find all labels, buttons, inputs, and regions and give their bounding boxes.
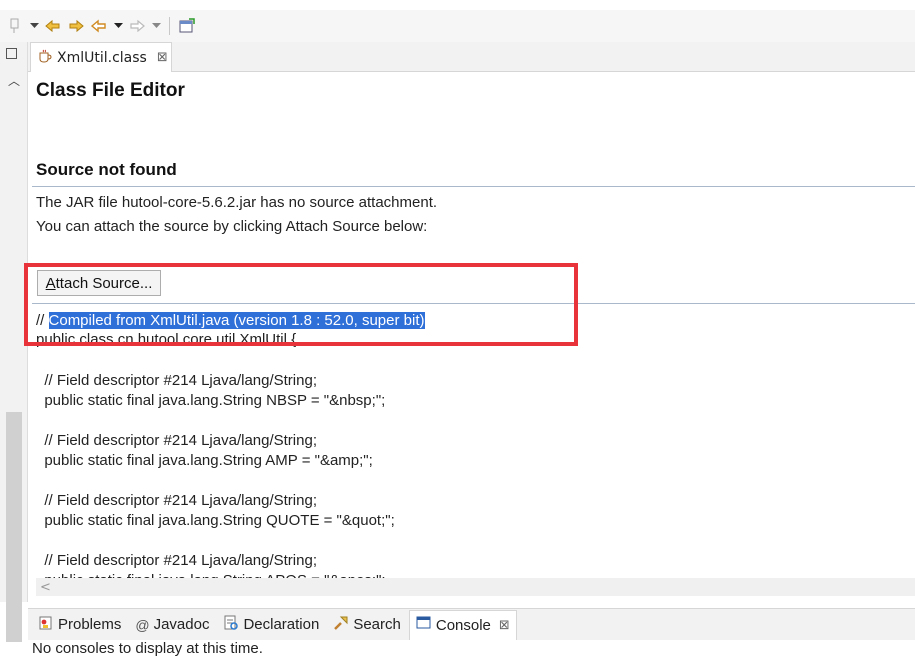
console-empty-message: No consoles to display at this time. — [32, 640, 263, 656]
restore-icon[interactable] — [6, 48, 17, 59]
next-edit-icon[interactable] — [67, 17, 85, 35]
scroll-left-icon[interactable]: < — [40, 580, 51, 595]
horizontal-scrollbar[interactable]: < — [36, 578, 915, 596]
console-icon — [416, 616, 432, 634]
code-line: public static final java.lang.String QUO… — [36, 512, 395, 529]
class-file-icon — [37, 49, 53, 67]
tab-javadoc[interactable]: @ Javadoc — [129, 610, 215, 640]
page-title: Class File Editor — [36, 80, 185, 101]
tab-console[interactable]: Console ⊠ — [408, 609, 517, 640]
eclipse-window: ︿ XmlUtil.class ⊠ Class File Editor Sour… — [0, 0, 915, 656]
main-toolbar — [0, 10, 915, 42]
description-line-2: You can attach the source by clicking At… — [36, 218, 428, 235]
tab-declaration[interactable]: Declaration — [217, 610, 325, 640]
close-icon[interactable]: ⊠ — [157, 50, 168, 65]
pin-icon[interactable] — [6, 17, 24, 35]
search-icon — [333, 615, 349, 635]
tab-label: Search — [353, 616, 401, 633]
toolbar-separator — [169, 17, 170, 35]
back-icon[interactable] — [90, 17, 108, 35]
bottom-panel-tabs: Problems @ Javadoc Declaration Search Co… — [28, 608, 915, 640]
chevron-up-icon[interactable]: ︿ — [8, 72, 20, 89]
section-title: Source not found — [36, 160, 177, 179]
tab-label: Problems — [58, 616, 122, 633]
tab-label: XmlUtil.class — [57, 49, 147, 66]
dropdown-arrow-icon[interactable] — [29, 17, 39, 35]
editor-tab-bar: XmlUtil.class ⊠ — [28, 42, 915, 72]
tab-label: Declaration — [243, 616, 320, 633]
dropdown-arrow-icon[interactable] — [113, 17, 123, 35]
dropdown-arrow-icon[interactable] — [151, 17, 161, 35]
description-line-1: The JAR file hutool-core-5.6.2.jar has n… — [36, 194, 438, 211]
tab-xmlutil-class[interactable]: XmlUtil.class ⊠ — [30, 42, 172, 72]
tab-label: Javadoc — [153, 616, 210, 633]
disassembled-code[interactable]: // Compiled from XmlUtil.java (version 1… — [28, 310, 915, 580]
close-icon[interactable]: ⊠ — [499, 617, 510, 633]
declaration-icon — [223, 615, 239, 635]
prev-edit-icon[interactable] — [44, 17, 62, 35]
code-line: public static final java.lang.String AMP… — [36, 452, 373, 469]
tab-label: Console — [435, 616, 491, 634]
open-perspective-icon[interactable] — [178, 17, 196, 35]
code-line: // Field descriptor #214 Ljava/lang/Stri… — [36, 492, 317, 509]
section-divider — [32, 186, 915, 187]
code-line: // Field descriptor #214 Ljava/lang/Stri… — [36, 552, 317, 569]
code-line: // Field descriptor #214 Ljava/lang/Stri… — [36, 372, 317, 389]
problems-icon — [38, 615, 54, 635]
javadoc-icon: @ — [135, 616, 150, 633]
tab-search[interactable]: Search — [327, 610, 407, 640]
tab-problems[interactable]: Problems — [32, 610, 127, 640]
code-line: // Field descriptor #214 Ljava/lang/Stri… — [36, 432, 317, 449]
vertical-scroll-thumb[interactable] — [6, 412, 22, 642]
forward-icon[interactable] — [128, 17, 146, 35]
annotation-highlight-box — [24, 263, 578, 346]
code-line: public static final java.lang.String NBS… — [36, 392, 386, 409]
